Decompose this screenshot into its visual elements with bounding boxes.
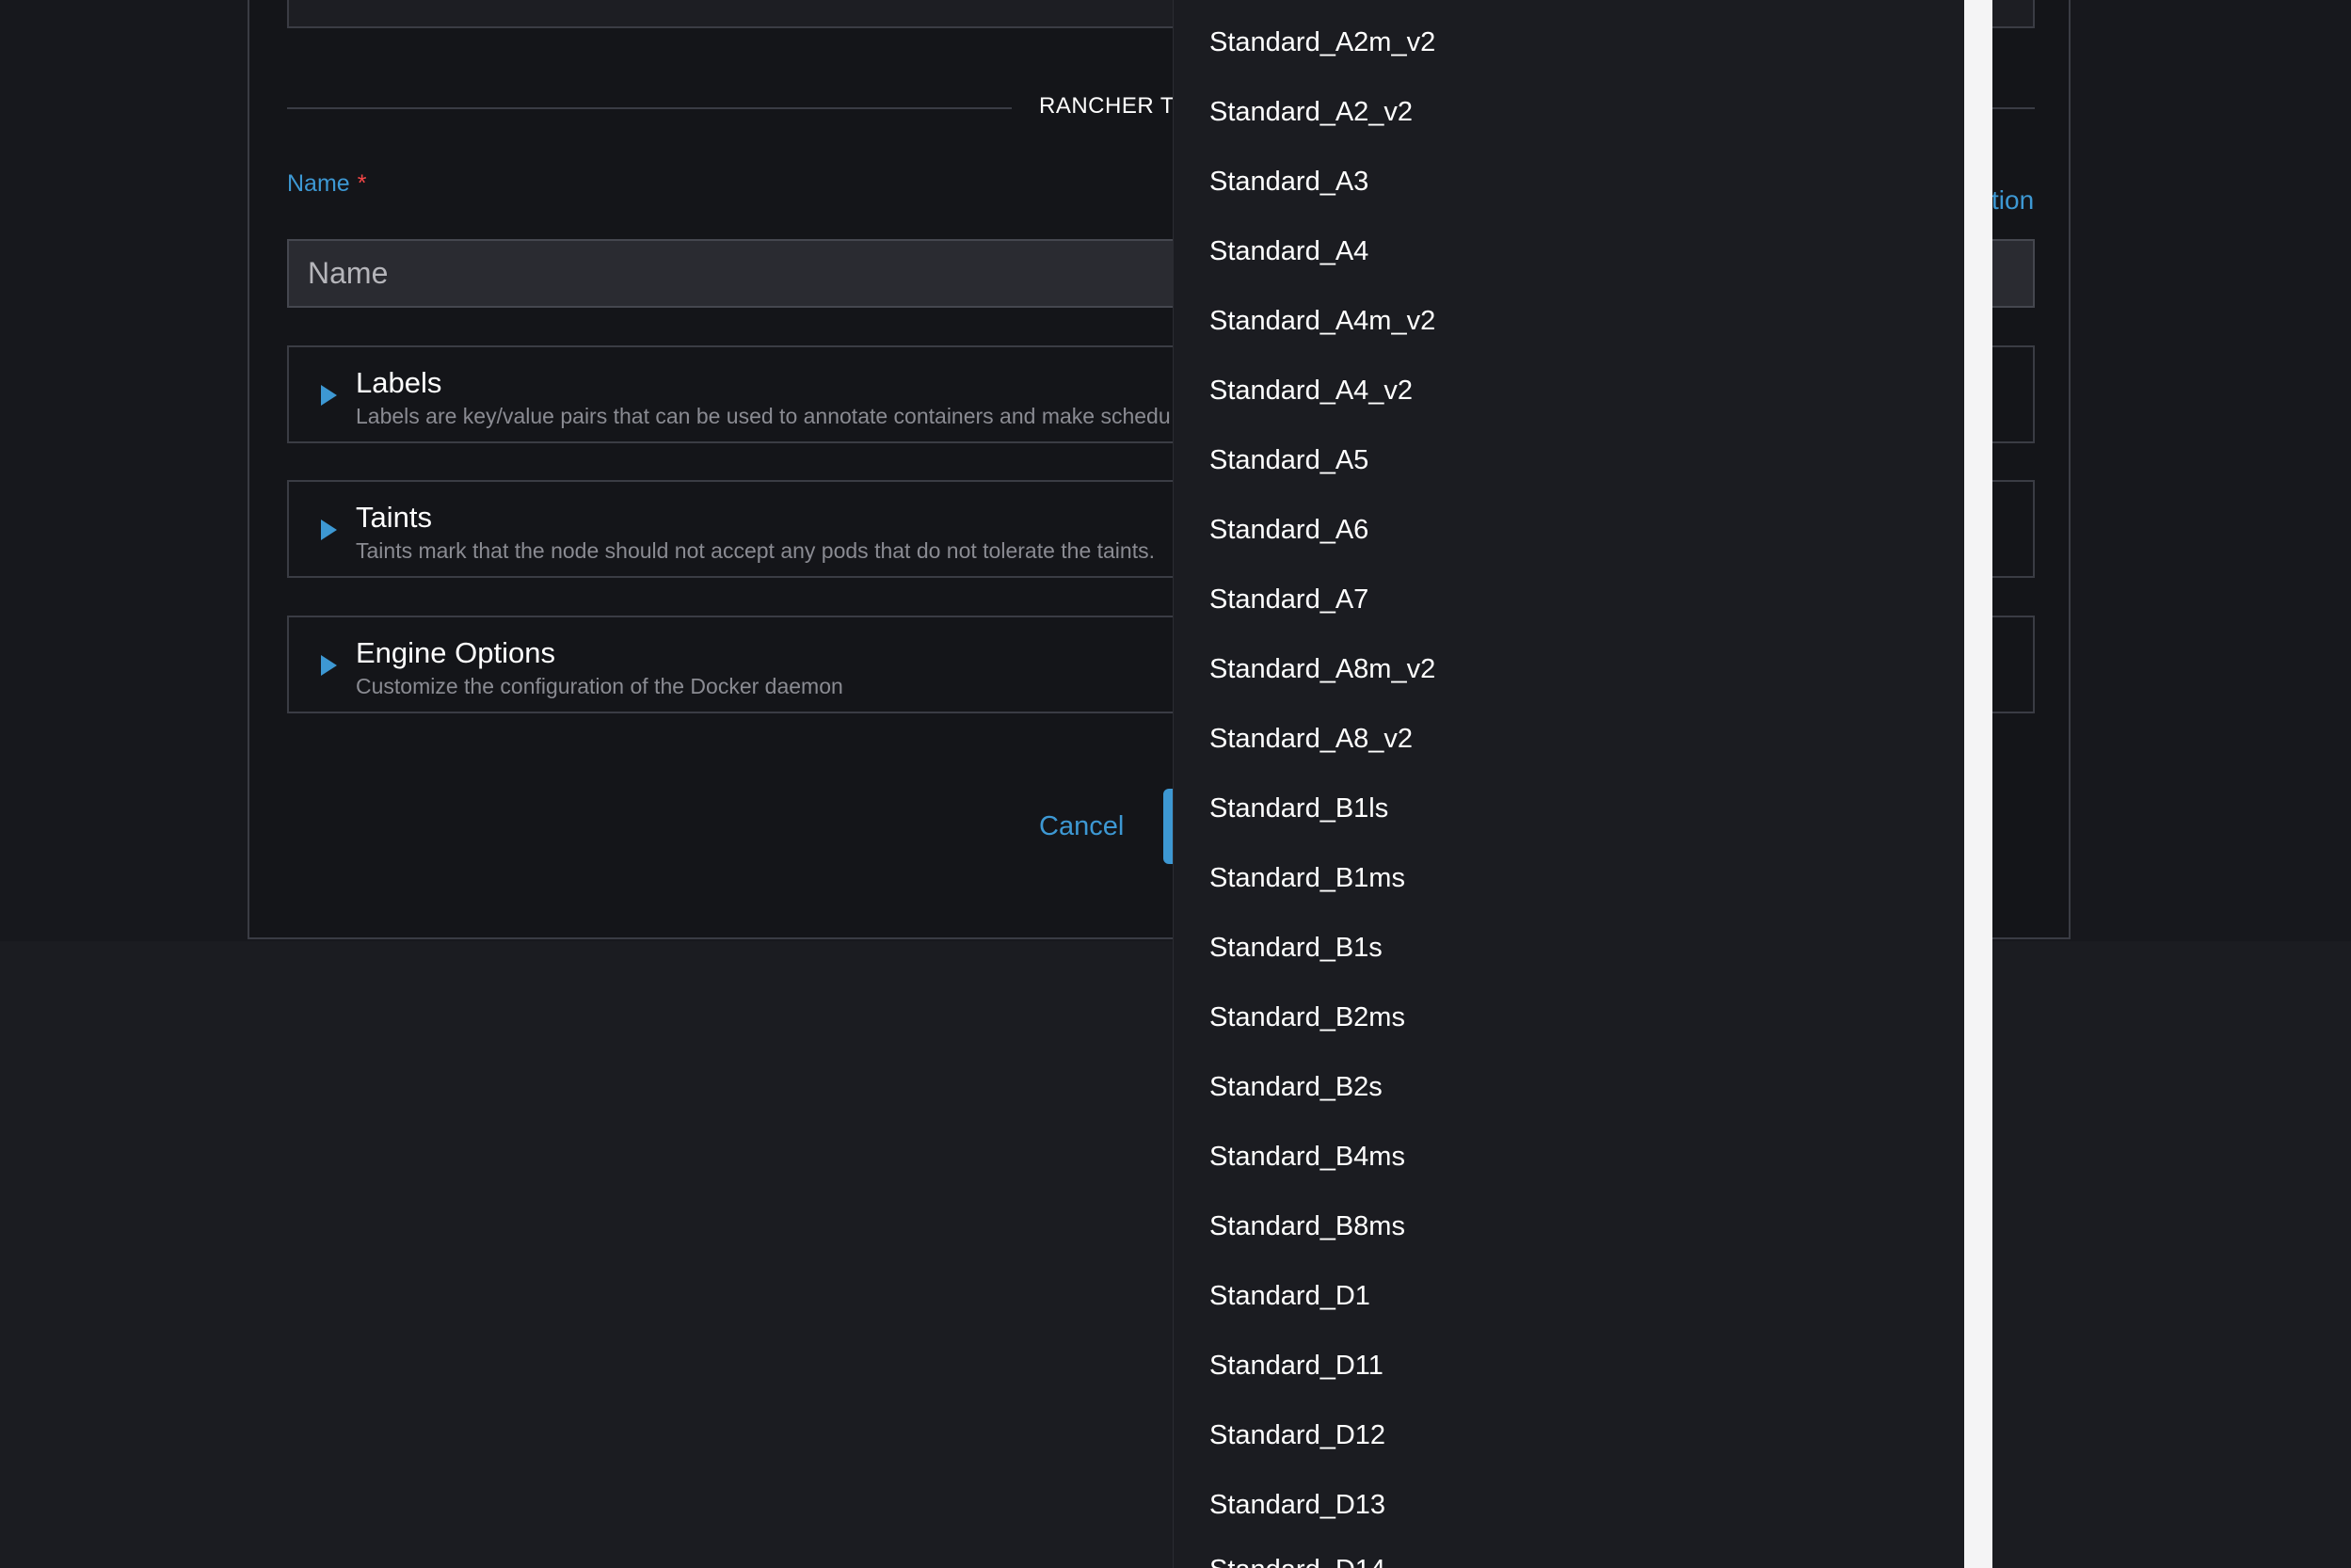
caret-right-icon: [321, 520, 337, 540]
dropdown-option[interactable]: Standard_A2_v2: [1209, 97, 1413, 128]
dropdown-option[interactable]: Standard_A3: [1209, 167, 1368, 198]
name-field-label: Name *: [287, 170, 366, 198]
cancel-button[interactable]: Cancel: [1039, 811, 1124, 842]
dropdown-option[interactable]: Standard_A8_v2: [1209, 724, 1413, 755]
dropdown-option[interactable]: Standard_B2ms: [1209, 1002, 1405, 1033]
required-indicator: *: [357, 170, 367, 197]
dropdown-option[interactable]: Standard_A4m_v2: [1209, 306, 1435, 337]
name-label-text: Name: [287, 170, 350, 197]
section-divider-right: [1991, 107, 2035, 109]
dropdown-option[interactable]: Standard_D14: [1209, 1555, 1385, 1568]
section-title: RANCHER T: [1039, 93, 1176, 119]
dropdown-option[interactable]: Standard_B8ms: [1209, 1211, 1405, 1242]
dropdown-option[interactable]: Standard_B1s: [1209, 933, 1383, 964]
caret-right-icon: [321, 385, 337, 406]
section-divider: [287, 107, 1012, 109]
dropdown-option[interactable]: Standard_D11: [1209, 1351, 1383, 1382]
labels-description: Labels are key/value pairs that can be u…: [356, 404, 1171, 428]
taints-title: Taints: [356, 501, 432, 534]
dropdown-option[interactable]: Standard_D13: [1209, 1490, 1385, 1521]
dropdown-option[interactable]: Standard_B1ms: [1209, 863, 1405, 894]
dropdown-option[interactable]: Standard_D1: [1209, 1281, 1370, 1312]
taints-description: Taints mark that the node should not acc…: [356, 538, 1155, 563]
engine-options-title: Engine Options: [356, 636, 555, 669]
dropdown-option[interactable]: Standard_A4_v2: [1209, 376, 1413, 407]
engine-options-description: Customize the configuration of the Docke…: [356, 674, 843, 698]
dropdown-option[interactable]: Standard_D12: [1209, 1420, 1385, 1451]
dropdown-option[interactable]: Standard_A7: [1209, 584, 1368, 616]
dropdown-scrollbar[interactable]: [1964, 0, 1992, 1568]
dropdown-option[interactable]: Standard_A5: [1209, 445, 1368, 476]
dropdown-option[interactable]: Standard_B2s: [1209, 1072, 1383, 1103]
labels-title: Labels: [356, 366, 442, 399]
dropdown-option[interactable]: Standard_A8m_v2: [1209, 654, 1435, 685]
page: RANCHER T Name * tion Labels Labels are k…: [0, 0, 2351, 1568]
dropdown-option[interactable]: Standard_A6: [1209, 515, 1368, 546]
dropdown-option[interactable]: Standard_B1ls: [1209, 793, 1388, 824]
dropdown-option[interactable]: Standard_B4ms: [1209, 1142, 1405, 1173]
instance-size-dropdown[interactable]: Standard_A2m_v2 Standard_A2_v2 Standard_…: [1173, 0, 1965, 1568]
add-description-link[interactable]: tion: [1991, 185, 2034, 216]
dropdown-option[interactable]: Standard_A4: [1209, 236, 1368, 267]
dropdown-option[interactable]: Standard_A2m_v2: [1209, 27, 1435, 58]
caret-right-icon: [321, 655, 337, 676]
